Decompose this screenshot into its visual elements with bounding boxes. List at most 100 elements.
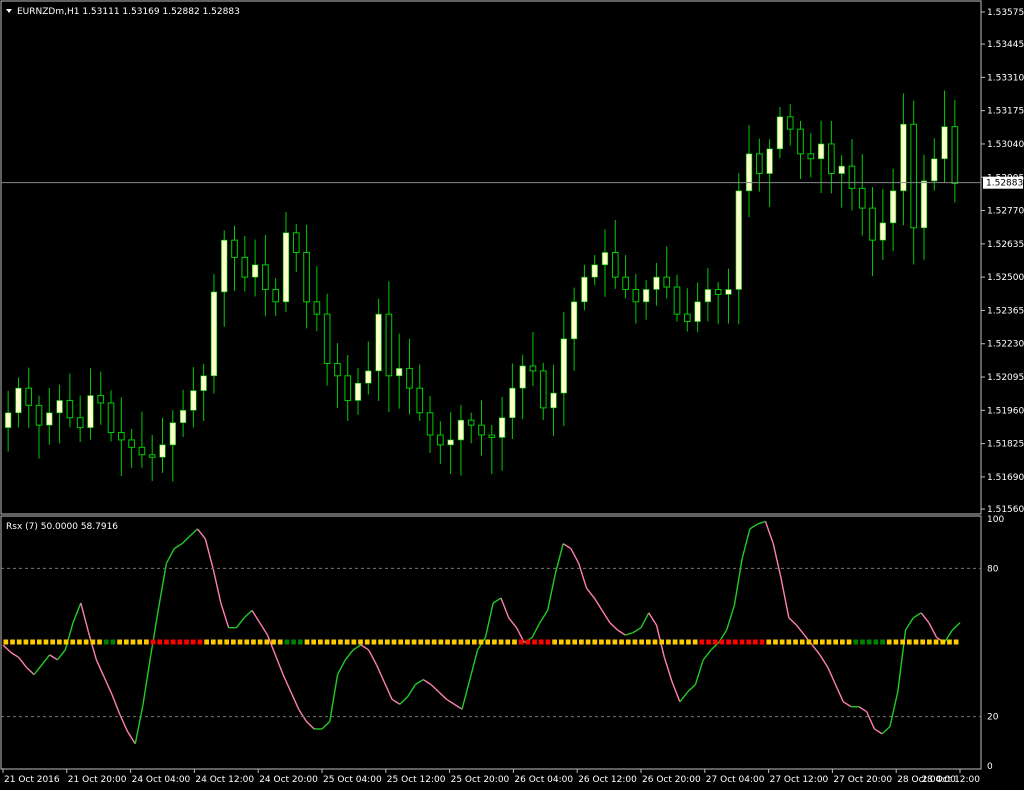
time-tick-label: 25 Oct 20:00: [451, 775, 510, 785]
candle-body-bull: [581, 276, 588, 303]
rsx-signal-dot: [793, 639, 798, 645]
rsx-signal-dot: [940, 639, 946, 645]
rsx-signal-dot: [558, 639, 564, 645]
candle-body-bear: [313, 301, 321, 315]
candle-body-bear: [262, 264, 269, 290]
price-tick-label: 1.51825: [987, 440, 1024, 450]
rsx-signal-dot: [619, 639, 624, 645]
rsx-signal-dot: [672, 639, 678, 645]
rsx-signal-dot: [244, 639, 250, 645]
price-tick-label: 1.51690: [987, 473, 1024, 483]
candle-body-bull: [46, 412, 53, 426]
rsx-signal-dot: [659, 639, 665, 645]
candle-body-bear: [632, 288, 640, 303]
candle-body-bull: [776, 116, 784, 150]
candle-body-bull: [653, 276, 660, 290]
rsx-signal-dot: [3, 639, 9, 645]
rsx-signal-dot: [552, 639, 557, 645]
rsx-signal-dot: [639, 639, 644, 645]
candle-body-bear: [488, 434, 496, 438]
rsx-signal-dots: [3, 639, 959, 645]
candle-body-bear: [66, 399, 74, 419]
rsx-signal-dot: [458, 639, 464, 645]
time-tick-label: 26 Oct 20:00: [642, 775, 701, 785]
rsx-signal-dot: [579, 639, 584, 645]
rsx-signal-dot: [277, 639, 283, 645]
time-tick-label: 27 Oct 20:00: [833, 775, 892, 785]
candle-body-bear: [869, 207, 876, 241]
rsx-signal-dot: [826, 639, 832, 645]
candle-body-bull: [375, 313, 382, 372]
rsx-signal-dot: [840, 639, 845, 645]
candle-body-bear: [344, 375, 352, 401]
current-price-label: 1.52883: [986, 179, 1023, 189]
candle-body-bear: [416, 387, 424, 414]
rsx-signal-dot: [478, 639, 484, 645]
rsx-signal-dot: [445, 639, 450, 645]
rsx-signal-dot: [318, 639, 323, 645]
candle-body-bull: [396, 368, 403, 377]
candle-body-bull: [509, 387, 516, 419]
rsx-signal-dot: [204, 639, 209, 645]
rsx-signal-dot: [893, 639, 899, 645]
rsx-signal-dot: [645, 639, 651, 645]
rsx-signal-dot: [391, 639, 397, 645]
time-tick-label: 27 Oct 04:00: [706, 775, 765, 785]
candle-body-bull: [591, 264, 598, 278]
candle-body-bull: [920, 180, 928, 229]
rsx-signal-dot: [237, 639, 243, 645]
rsx-signal-dot: [97, 639, 102, 645]
candle-body-bull: [931, 158, 938, 182]
candle-body-bull: [941, 126, 948, 160]
rsx-signal-dot: [813, 639, 818, 645]
candle-body-bear: [611, 251, 619, 278]
candle-body-bull: [200, 375, 207, 391]
rsx-signal-dot: [311, 639, 317, 645]
rsx-signal-dot: [384, 639, 390, 645]
rsx-signal-dot: [465, 639, 470, 645]
rsx-signal-dot: [43, 639, 49, 645]
candle-body-bull: [87, 395, 94, 428]
candle-body-bear: [622, 276, 629, 290]
rsx-signal-dot: [900, 639, 905, 645]
candle-body-bull: [601, 252, 609, 266]
candle-body-bull: [817, 143, 825, 160]
rsx-signal-dot: [779, 639, 785, 645]
rsx-signal-dot: [30, 639, 35, 645]
rsx-signal-dot: [297, 639, 303, 645]
candle-body-bull: [900, 123, 907, 192]
price-tick-label: 1.52770: [987, 207, 1024, 217]
candle-body-bear: [118, 432, 125, 441]
candle-body-bear: [231, 239, 238, 258]
time-tick-label: 26 Oct 04:00: [514, 775, 573, 785]
rsx-signal-dot: [378, 639, 383, 645]
candle-body-bull: [766, 148, 773, 174]
time-tick-label: 25 Oct 12:00: [387, 775, 446, 785]
candle-body-bear: [148, 454, 156, 458]
time-tick-label: 25 Oct 04:00: [323, 775, 382, 785]
rsx-tick-label: 0: [987, 762, 993, 772]
candle-body-bull: [457, 419, 465, 441]
candle-body-bull: [354, 382, 362, 401]
rsx-signal-dot: [157, 639, 163, 645]
rsx-signal-dot: [666, 639, 671, 645]
rsx-signal-dot: [304, 639, 310, 645]
rsx-signal-dot: [492, 639, 497, 645]
rsx-signal-dot: [692, 639, 698, 645]
candle-body-bear: [797, 128, 804, 155]
rsx-signal-dot: [585, 639, 591, 645]
rsx-signal-dot: [36, 639, 42, 645]
candle-body-bear: [529, 365, 537, 372]
rsx-signal-dot: [719, 639, 725, 645]
candle-body-bull: [498, 417, 506, 438]
rsx-signal-dot: [324, 639, 330, 645]
rsx-signal-dot: [123, 639, 129, 645]
rsx-signal-dot: [652, 639, 658, 645]
rsx-signal-dot: [117, 639, 122, 645]
rsx-signal-dot: [170, 639, 176, 645]
trading-chart[interactable]: 1.535751.534451.533101.531751.530401.529…: [0, 0, 1024, 790]
rsx-signal-dot: [83, 639, 89, 645]
candle-body-bull: [550, 392, 557, 409]
candle-body-bull: [560, 338, 567, 394]
candle-body-bull: [889, 190, 897, 224]
